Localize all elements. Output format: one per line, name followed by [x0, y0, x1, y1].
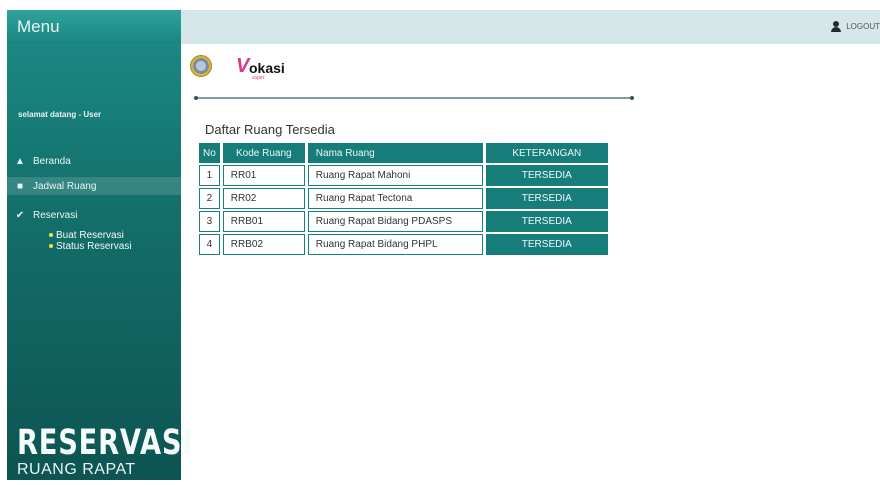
status-badge: TERSEDIA: [485, 234, 608, 255]
brand-subtitle: RUANG RAPAT: [17, 461, 136, 478]
bullet-icon: [49, 233, 53, 238]
section-title: Daftar Ruang Tersedia: [205, 122, 335, 137]
sidebar-item-jadwal-ruang[interactable]: ■ Jadwal Ruang: [7, 177, 181, 195]
cell-kode: RRB01: [222, 211, 305, 232]
header-keterangan: KETERANGAN: [485, 143, 608, 163]
brand-title: RESERVASI: [17, 423, 194, 463]
menu-title: Menu: [7, 10, 181, 44]
submenu-status-reservasi[interactable]: Status Reservasi: [49, 241, 132, 252]
submenu-buat-reservasi[interactable]: Buat Reservasi: [49, 230, 124, 241]
cell-nama: Ruang Rapat Bidang PDASPS: [307, 211, 483, 232]
cell-no: 3: [199, 211, 220, 232]
cell-nama: Ruang Rapat Mahoni: [307, 165, 483, 186]
logout-button[interactable]: LOGOUT: [831, 21, 880, 32]
logout-label: LOGOUT: [846, 22, 880, 31]
cell-no: 2: [199, 188, 220, 209]
status-badge: TERSEDIA: [485, 188, 608, 209]
status-badge: TERSEDIA: [485, 165, 608, 186]
cell-kode: RR01: [222, 165, 305, 186]
cell-nama: Ruang Rapat Bidang PHPL: [307, 234, 483, 255]
cell-kode: RRB02: [222, 234, 305, 255]
users-icon: ■: [16, 180, 24, 192]
sidebar-item-label: Jadwal Ruang: [33, 180, 97, 192]
sidebar-item-label: Beranda: [33, 155, 71, 167]
app-root: Menu selamat datang - User ▲ Beranda ■ J…: [0, 0, 880, 485]
table-row: 1 RR01 Ruang Rapat Mahoni TERSEDIA: [199, 165, 608, 186]
table-row: 3 RRB01 Ruang Rapat Bidang PDASPS TERSED…: [199, 211, 608, 232]
room-table: No Kode Ruang Nama Ruang KETERANGAN 1 RR…: [196, 141, 611, 257]
header-kode-ruang: Kode Ruang: [222, 143, 305, 163]
bullet-icon: [49, 244, 53, 249]
table-header-row: No Kode Ruang Nama Ruang KETERANGAN: [199, 143, 608, 163]
home-icon: ▲: [15, 155, 25, 167]
cell-kode: RR02: [222, 188, 305, 209]
header-no: No: [199, 143, 220, 163]
government-seal-logo: [190, 55, 212, 77]
sidebar-item-label: Reservasi: [33, 209, 78, 221]
cell-no: 4: [199, 234, 220, 255]
sidebar: Menu selamat datang - User ▲ Beranda ■ J…: [7, 10, 192, 480]
user-icon: [831, 21, 842, 32]
welcome-text: selamat datang - User: [18, 110, 102, 119]
divider: [194, 96, 634, 100]
status-badge: TERSEDIA: [485, 211, 608, 232]
top-bar: LOGOUT: [181, 10, 880, 44]
cell-no: 1: [199, 165, 220, 186]
header-nama-ruang: Nama Ruang: [307, 143, 483, 163]
sidebar-item-reservasi[interactable]: ✔ Reservasi: [7, 206, 181, 224]
table-row: 2 RR02 Ruang Rapat Tectona TERSEDIA: [199, 188, 608, 209]
vokasi-logo: V okasi super: [236, 55, 285, 81]
table-row: 4 RRB02 Ruang Rapat Bidang PHPL TERSEDIA: [199, 234, 608, 255]
sidebar-item-beranda[interactable]: ▲ Beranda: [7, 152, 181, 170]
cell-nama: Ruang Rapat Tectona: [307, 188, 483, 209]
check-icon: ✔: [15, 209, 25, 221]
